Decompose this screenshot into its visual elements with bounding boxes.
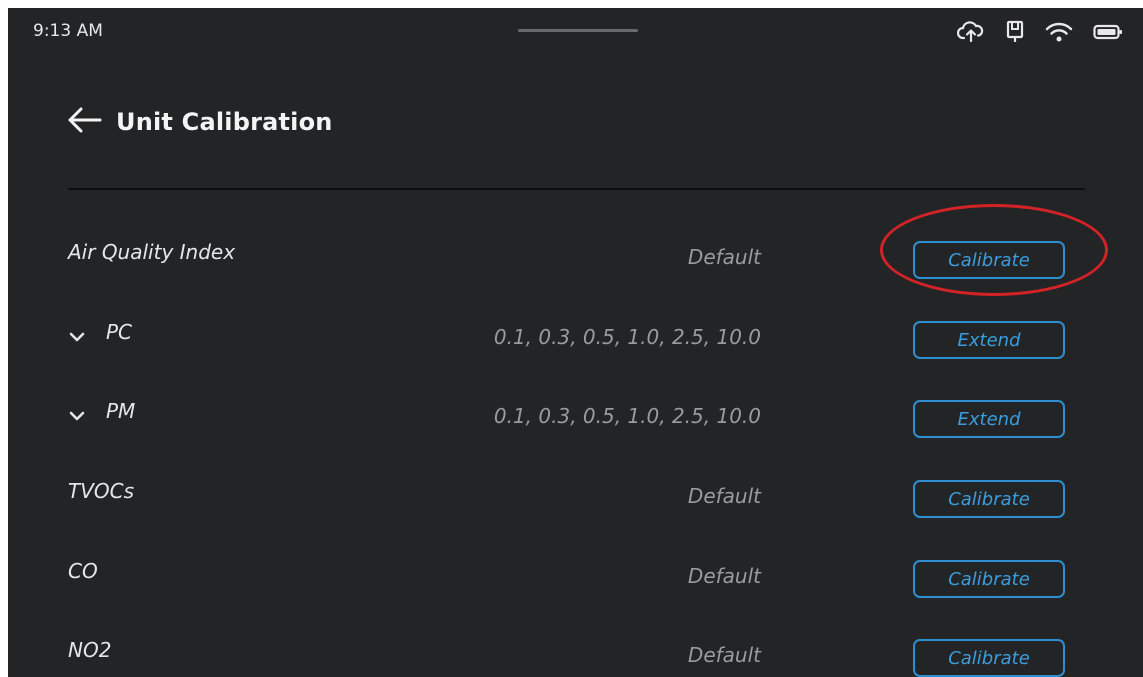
calibrate-button[interactable]: Calibrate xyxy=(913,241,1065,279)
row-label: Air Quality Index xyxy=(68,240,236,264)
calibration-row: NO2 Default Calibrate xyxy=(8,624,1143,677)
chevron-down-icon[interactable] xyxy=(68,325,86,342)
row-label-container: TVOCs xyxy=(68,479,134,503)
row-value: Default xyxy=(687,643,761,667)
device-icon xyxy=(1005,20,1025,44)
row-label: PC xyxy=(106,320,133,344)
pull-down-handle[interactable] xyxy=(518,29,638,32)
calibrate-button[interactable]: Calibrate xyxy=(913,639,1065,677)
calibrate-button[interactable]: Calibrate xyxy=(913,480,1065,518)
calibration-row: PM 0.1, 0.3, 0.5, 1.0, 2.5, 10.0 Extend xyxy=(8,385,1143,438)
status-bar: 9:13 AM xyxy=(8,8,1143,56)
page-header: Unit Calibration xyxy=(66,104,333,140)
row-label-container: PM xyxy=(68,399,135,423)
header-divider xyxy=(68,188,1085,190)
wifi-icon xyxy=(1045,21,1073,43)
status-time: 9:13 AM xyxy=(33,21,103,41)
calibrate-button[interactable]: Calibrate xyxy=(913,560,1065,598)
calibration-row: PC 0.1, 0.3, 0.5, 1.0, 2.5, 10.0 Extend xyxy=(8,306,1143,359)
calibration-row: TVOCs Default Calibrate xyxy=(8,465,1143,518)
row-label: CO xyxy=(68,559,98,583)
row-label-container: PC xyxy=(68,320,132,344)
status-icons xyxy=(957,20,1123,44)
chevron-down-icon[interactable] xyxy=(68,404,86,421)
calibration-row: CO Default Calibrate xyxy=(8,545,1143,598)
row-value: 0.1, 0.3, 0.5, 1.0, 2.5, 10.0 xyxy=(493,325,761,349)
row-value: Default xyxy=(687,484,761,508)
device-screen: 9:13 AM Unit Calibration Air Quality Ind… xyxy=(8,8,1143,677)
extend-button[interactable]: Extend xyxy=(913,400,1065,438)
calibration-row: Air Quality Index Default Calibrate xyxy=(8,226,1143,279)
battery-icon xyxy=(1093,23,1123,41)
row-label: TVOCs xyxy=(68,479,135,503)
row-label: PM xyxy=(106,399,136,423)
row-value: Default xyxy=(687,245,761,269)
row-value: Default xyxy=(687,564,761,588)
extend-button[interactable]: Extend xyxy=(913,321,1065,359)
row-label-container: NO2 xyxy=(68,638,111,662)
row-label-container: CO xyxy=(68,559,98,583)
row-label-container: Air Quality Index xyxy=(68,240,235,264)
cloud-upload-icon xyxy=(957,21,985,43)
back-button[interactable] xyxy=(66,104,106,140)
row-label: NO2 xyxy=(68,638,112,662)
row-value: 0.1, 0.3, 0.5, 1.0, 2.5, 10.0 xyxy=(493,404,761,428)
arrow-left-icon xyxy=(66,106,102,138)
page-title: Unit Calibration xyxy=(116,108,333,136)
